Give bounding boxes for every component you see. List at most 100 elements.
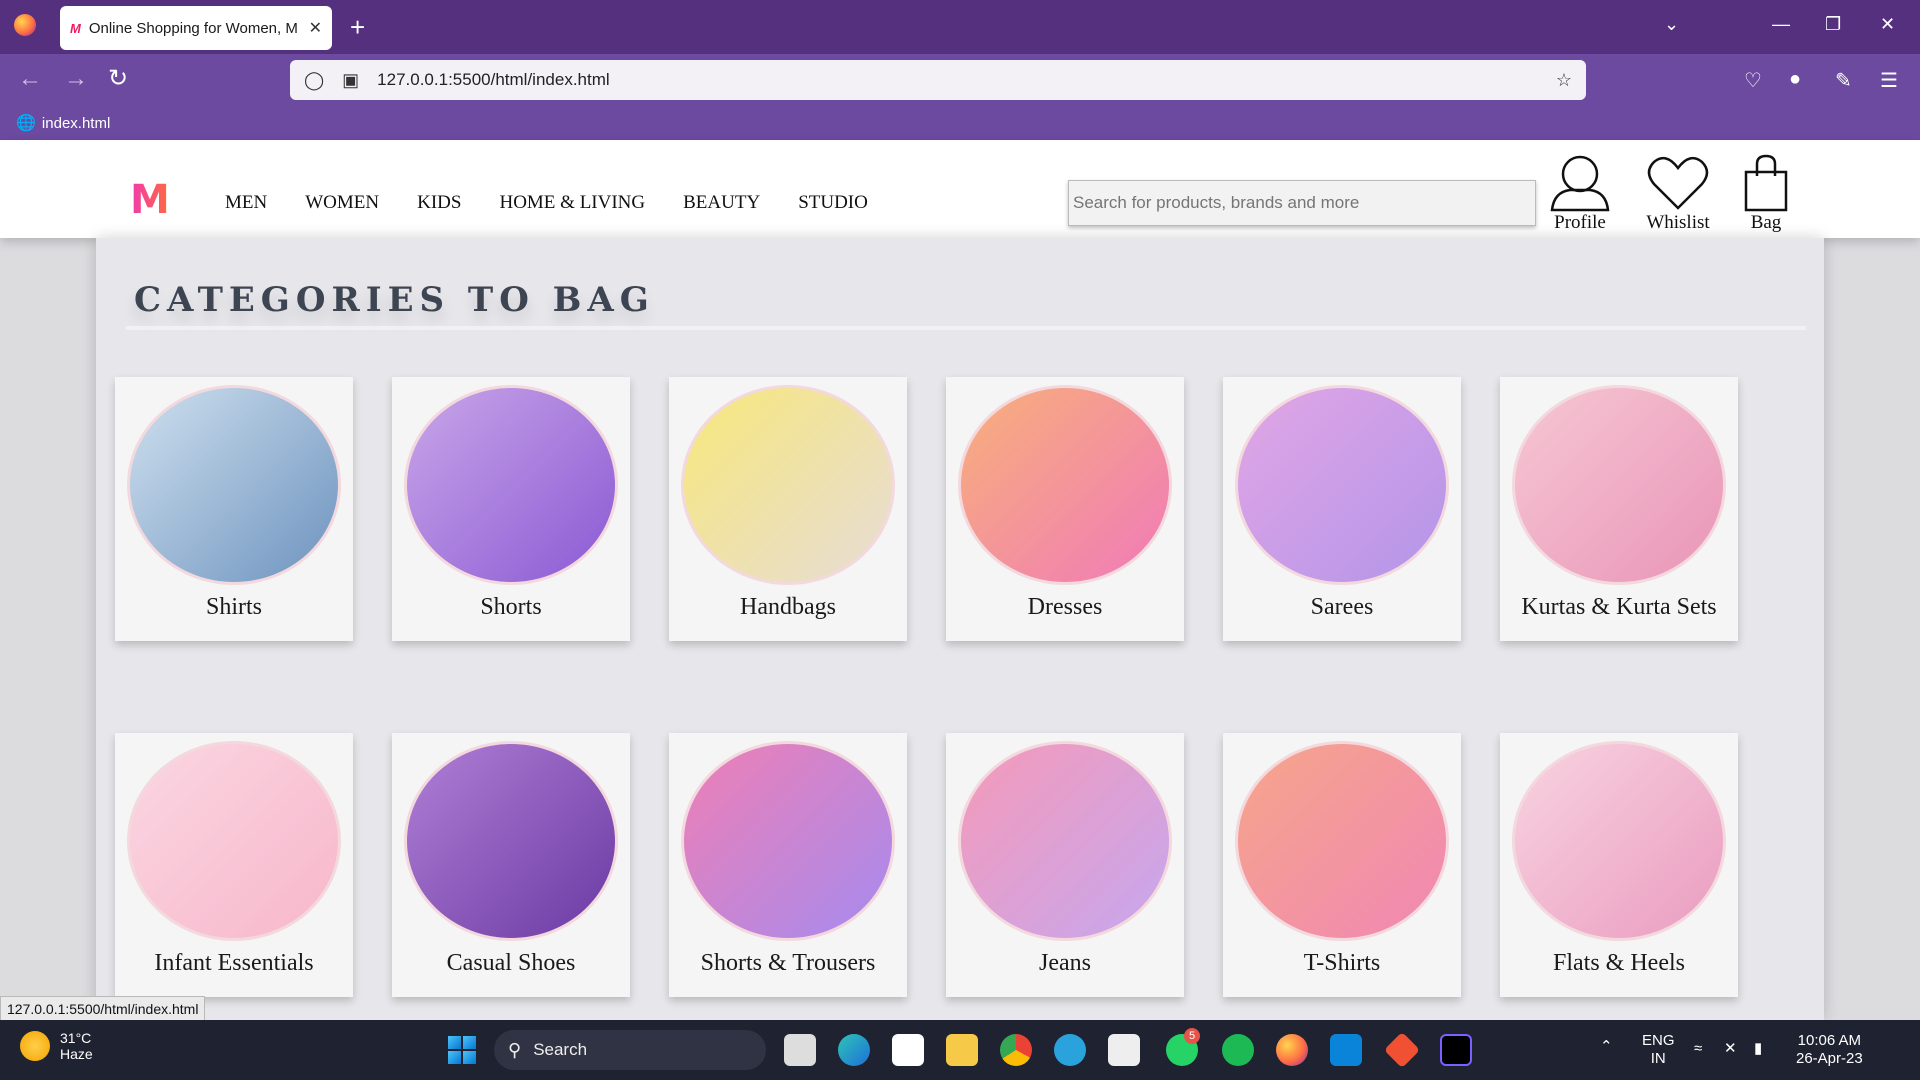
category-label: Kurtas & Kurta Sets [1521, 594, 1717, 620]
category-image [681, 741, 895, 941]
extensions-icon[interactable]: ✎ [1835, 68, 1852, 93]
category-image [404, 741, 618, 941]
wifi-icon[interactable]: ≈ [1694, 1040, 1702, 1058]
weather-sun-icon [20, 1031, 50, 1061]
category-card[interactable]: Kurtas & Kurta Sets [1500, 377, 1738, 641]
wishlist-label: Whislist [1646, 212, 1710, 233]
category-label: Jeans [1039, 950, 1091, 976]
section-heading: CATEGORIES TO BAG [134, 280, 655, 320]
spotify-icon[interactable] [1222, 1034, 1254, 1066]
browser-tab[interactable]: M Online Shopping for Women, M ✕ [60, 6, 332, 50]
category-card[interactable]: Jeans [946, 733, 1184, 997]
restore-icon[interactable]: ❐ [1825, 14, 1841, 35]
nav-studio[interactable]: STUDIO [798, 192, 868, 214]
telegram-icon[interactable] [1054, 1034, 1086, 1066]
taskbar-search-label: Search [533, 1040, 588, 1059]
category-image [1235, 741, 1449, 941]
nav-kids[interactable]: KIDS [417, 192, 461, 214]
whatsapp-badge: 5 [1184, 1028, 1200, 1044]
bookmarks-bar: 🌐 index.html [0, 106, 1920, 140]
minimize-icon[interactable]: — [1772, 14, 1790, 35]
category-image [1235, 385, 1449, 585]
task-view-icon[interactable] [784, 1034, 816, 1066]
category-label: Infant Essentials [154, 950, 314, 976]
battery-icon[interactable]: ▮ [1754, 1040, 1762, 1058]
volume-muted-icon[interactable]: ✕ [1724, 1040, 1737, 1058]
category-image [127, 741, 341, 941]
clock[interactable]: 10:06 AM 26-Apr-23 [1796, 1032, 1863, 1068]
category-card[interactable]: Handbags [669, 377, 907, 641]
git-icon[interactable] [1383, 1031, 1421, 1069]
store-icon[interactable] [1108, 1034, 1140, 1066]
tab-close-icon[interactable]: ✕ [309, 18, 322, 38]
bag-button[interactable]: Bag [1742, 154, 1790, 234]
page-icon[interactable]: ▣ [342, 70, 359, 91]
vscode-icon[interactable] [1330, 1034, 1362, 1066]
category-card[interactable]: Flats & Heels [1500, 733, 1738, 997]
category-image [1512, 385, 1726, 585]
reload-icon[interactable]: ↻ [108, 66, 128, 92]
firefox-taskbar-icon[interactable] [1276, 1034, 1308, 1066]
tray-overflow-icon[interactable]: ⌃ [1600, 1038, 1613, 1056]
category-label: Flats & Heels [1553, 950, 1685, 976]
menu-icon[interactable]: ☰ [1880, 68, 1898, 93]
category-card[interactable]: Casual Shoes [392, 733, 630, 997]
wishlist-button[interactable]: Whislist [1646, 154, 1710, 234]
category-card[interactable]: Sarees [1223, 377, 1461, 641]
chrome-icon[interactable] [1000, 1034, 1032, 1066]
heading-divider [126, 326, 1806, 330]
nav-beauty[interactable]: BEAUTY [683, 192, 760, 214]
nav-men[interactable]: MEN [225, 192, 267, 214]
category-card[interactable]: Shirts [115, 377, 353, 641]
url-text[interactable]: 127.0.0.1:5500/html/index.html [377, 70, 1556, 90]
windows-taskbar: 31°C Haze ⚲ Search 5 ⌃ ENG IN ≈ ✕ ▮ 10:0… [0, 1020, 1920, 1080]
pocket-icon[interactable]: ♡ [1744, 68, 1762, 93]
star-icon[interactable]: ☆ [1556, 70, 1572, 91]
address-bar[interactable]: ◯ ▣ 127.0.0.1:5500/html/index.html ☆ [290, 60, 1586, 100]
language-indicator[interactable]: ENG IN [1642, 1032, 1675, 1068]
nav-home-living[interactable]: HOME & LIVING [499, 192, 645, 214]
browser-nav-bar: ← → ↻ ◯ ▣ 127.0.0.1:5500/html/index.html… [0, 54, 1920, 106]
back-icon[interactable]: ← [18, 66, 42, 92]
taskbar-search[interactable]: ⚲ Search [494, 1030, 766, 1070]
category-card[interactable]: T-Shirts [1223, 733, 1461, 997]
tab-list-icon[interactable]: ⌄ [1664, 14, 1679, 35]
intellij-icon[interactable] [1440, 1034, 1472, 1066]
category-card[interactable]: Dresses [946, 377, 1184, 641]
dolby-icon[interactable] [892, 1034, 924, 1066]
clock-date: 26-Apr-23 [1796, 1050, 1863, 1067]
search-input[interactable] [1068, 180, 1536, 226]
weather-temperature: 31°C [60, 1030, 92, 1046]
window-close-icon[interactable]: ✕ [1880, 14, 1895, 35]
bookmark-item[interactable]: index.html [42, 115, 110, 132]
tab-favicon-icon: M [70, 20, 81, 36]
weather-widget[interactable]: 31°C Haze [20, 1030, 93, 1062]
new-tab-button[interactable]: + [350, 12, 365, 42]
firefox-icon[interactable] [14, 14, 36, 36]
category-image [127, 385, 341, 585]
category-image [958, 741, 1172, 941]
site-header: M MEN WOMEN KIDS HOME & LIVING BEAUTY ST… [0, 140, 1920, 238]
search-icon: ⚲ [508, 1039, 522, 1060]
file-explorer-icon[interactable] [946, 1034, 978, 1066]
language-code: ENG [1642, 1032, 1675, 1049]
browser-tab-bar: M Online Shopping for Women, M ✕ + ⌄ — ❐… [0, 0, 1920, 54]
clock-time: 10:06 AM [1797, 1032, 1862, 1049]
edge-icon[interactable] [838, 1034, 870, 1066]
nav-women[interactable]: WOMEN [305, 192, 379, 214]
profile-icon [1550, 155, 1610, 212]
profile-button[interactable]: Profile [1548, 154, 1612, 234]
category-label: T-Shirts [1303, 950, 1381, 976]
category-label: Shorts [480, 594, 542, 620]
account-icon[interactable]: ● [1789, 68, 1801, 91]
main-nav: MEN WOMEN KIDS HOME & LIVING BEAUTY STUD… [225, 192, 868, 214]
category-card[interactable]: Shorts & Trousers [669, 733, 907, 997]
brand-logo[interactable]: M [130, 180, 170, 220]
category-card[interactable]: Shorts [392, 377, 630, 641]
category-label: Shorts & Trousers [700, 950, 876, 976]
shield-icon[interactable]: ◯ [304, 70, 324, 91]
category-card[interactable]: Infant Essentials [115, 733, 353, 997]
region-code: IN [1650, 1050, 1666, 1067]
forward-icon[interactable]: → [64, 66, 88, 92]
windows-start-icon[interactable] [448, 1036, 476, 1064]
